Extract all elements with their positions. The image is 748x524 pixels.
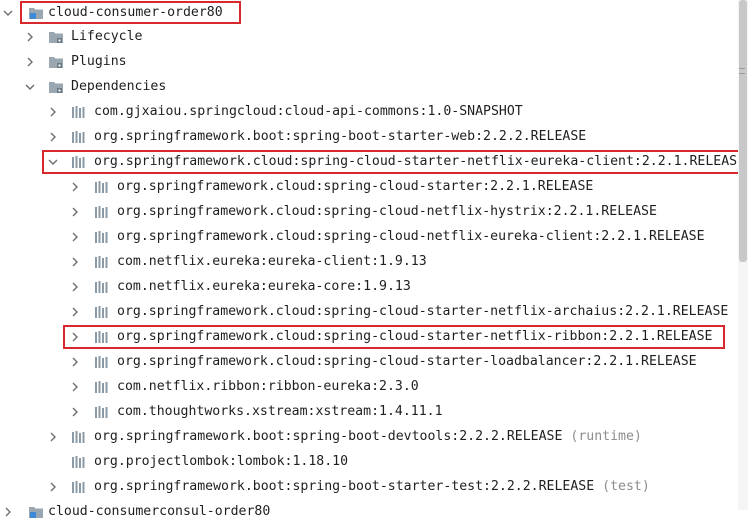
chevron-right-icon[interactable] — [67, 299, 83, 324]
scrollbar-marker — [739, 68, 745, 69]
dependency-row[interactable]: org.springframework.cloud:spring-cloud-n… — [0, 199, 740, 224]
highlight-box-root — [20, 1, 241, 24]
chevron-down-icon[interactable] — [0, 0, 16, 25]
highlight-box-eureka-client — [42, 150, 746, 174]
dependency-label: org.springframework.cloud:spring-cloud-n… — [117, 204, 657, 219]
dependency-label: org.springframework.boot:spring-boot-sta… — [94, 129, 587, 144]
project-tree: cloud-consumer-order80 Lifecycle Plugins… — [0, 0, 748, 519]
dependency-label: com.thoughtworks.xstream:xstream:1.4.11.… — [117, 404, 443, 419]
library-icon — [93, 224, 111, 249]
library-icon — [93, 274, 111, 299]
scrollbar-thumb[interactable] — [739, 0, 747, 262]
chevron-right-icon[interactable] — [67, 349, 83, 374]
scope-label: (test) — [602, 479, 650, 494]
dependency-row[interactable]: com.thoughtworks.xstream:xstream:1.4.11.… — [0, 399, 740, 424]
dependency-row[interactable]: org.springframework.cloud:spring-cloud-s… — [0, 349, 740, 374]
dependency-row[interactable]: com.netflix.eureka:eureka-core:1.9.13 — [0, 274, 740, 299]
chevron-right-icon[interactable] — [67, 274, 83, 299]
library-icon — [93, 374, 111, 399]
dependency-row[interactable]: com.netflix.eureka:eureka-client:1.9.13 — [0, 249, 740, 274]
plugins-label: Plugins — [71, 54, 127, 69]
chevron-right-icon[interactable] — [67, 374, 83, 399]
dependency-row[interactable]: com.gjxaiou.springcloud:cloud-api-common… — [0, 99, 740, 124]
tree-row-plugins[interactable]: Plugins — [0, 49, 740, 74]
chevron-right-icon[interactable] — [67, 174, 83, 199]
module-folder-icon — [27, 499, 45, 524]
folder-settings-icon — [47, 24, 65, 49]
dependency-row[interactable]: org.springframework.boot:spring-boot-dev… — [0, 424, 740, 449]
chevron-right-icon[interactable] — [67, 224, 83, 249]
dependency-label: com.gjxaiou.springcloud:cloud-api-common… — [94, 104, 523, 119]
chevron-right-icon[interactable] — [45, 424, 61, 449]
dependency-label: org.springframework.cloud:spring-cloud-s… — [117, 179, 594, 194]
dependency-row[interactable]: org.springframework.cloud:spring-cloud-n… — [0, 224, 740, 249]
chevron-right-icon[interactable] — [45, 474, 61, 499]
dependency-label: org.springframework.cloud:spring-cloud-n… — [117, 229, 705, 244]
scrollbar-marker — [739, 73, 745, 74]
dependency-label: com.netflix.ribbon:ribbon-eureka:2.3.0 — [117, 379, 419, 394]
library-icon — [93, 199, 111, 224]
library-icon — [70, 424, 88, 449]
library-icon — [70, 99, 88, 124]
dependency-row[interactable]: org.springframework.cloud:spring-cloud-s… — [0, 299, 740, 324]
chevron-right-icon[interactable] — [0, 499, 16, 524]
dependency-label: com.netflix.eureka:eureka-core:1.9.13 — [117, 279, 411, 294]
chevron-right-icon[interactable] — [45, 124, 61, 149]
dependency-coordinates: org.springframework.boot:spring-boot-sta… — [94, 479, 595, 494]
library-icon — [93, 249, 111, 274]
tree-row-next-module[interactable]: cloud-consumerconsul-order80 — [0, 499, 740, 524]
library-icon — [70, 449, 88, 474]
dependency-label: org.springframework.cloud:spring-cloud-s… — [117, 354, 697, 369]
chevron-down-icon[interactable] — [22, 74, 38, 99]
dependency-label: org.springframework.cloud:spring-cloud-s… — [117, 304, 729, 319]
library-icon — [93, 174, 111, 199]
dependency-row[interactable]: org.springframework.boot:spring-boot-sta… — [0, 474, 740, 499]
chevron-right-icon[interactable] — [22, 24, 38, 49]
chevron-right-icon[interactable] — [67, 199, 83, 224]
dependency-label: org.springframework.boot:spring-boot-sta… — [94, 474, 650, 499]
library-icon — [93, 299, 111, 324]
lifecycle-label: Lifecycle — [71, 29, 143, 44]
folder-settings-icon — [47, 49, 65, 74]
dependency-row[interactable]: com.netflix.ribbon:ribbon-eureka:2.3.0 — [0, 374, 740, 399]
chevron-right-icon[interactable] — [22, 49, 38, 74]
dependencies-label: Dependencies — [71, 79, 167, 94]
dependency-coordinates: org.springframework.boot:spring-boot-dev… — [94, 429, 563, 444]
dependency-row[interactable]: org.springframework.boot:spring-boot-sta… — [0, 124, 740, 149]
dependency-label: com.netflix.eureka:eureka-client:1.9.13 — [117, 254, 427, 269]
library-icon — [93, 399, 111, 424]
vertical-scrollbar[interactable] — [738, 0, 748, 510]
scope-label: (runtime) — [570, 429, 642, 444]
library-icon — [93, 349, 111, 374]
chevron-right-icon[interactable] — [67, 399, 83, 424]
dependency-label: org.springframework.boot:spring-boot-dev… — [94, 424, 642, 449]
tree-row-dependencies[interactable]: Dependencies — [0, 74, 740, 99]
dependency-row[interactable]: org.projectlombok:lombok:1.18.10 — [0, 449, 740, 474]
tree-row-lifecycle[interactable]: Lifecycle — [0, 24, 740, 49]
module-label: cloud-consumerconsul-order80 — [48, 504, 271, 519]
library-icon — [70, 124, 88, 149]
chevron-right-icon[interactable] — [67, 249, 83, 274]
library-icon — [70, 474, 88, 499]
folder-settings-icon — [47, 74, 65, 99]
dependency-label: org.projectlombok:lombok:1.18.10 — [94, 454, 349, 469]
chevron-right-icon[interactable] — [45, 99, 61, 124]
dependency-row[interactable]: org.springframework.cloud:spring-cloud-s… — [0, 174, 740, 199]
highlight-box-ribbon — [63, 325, 725, 349]
